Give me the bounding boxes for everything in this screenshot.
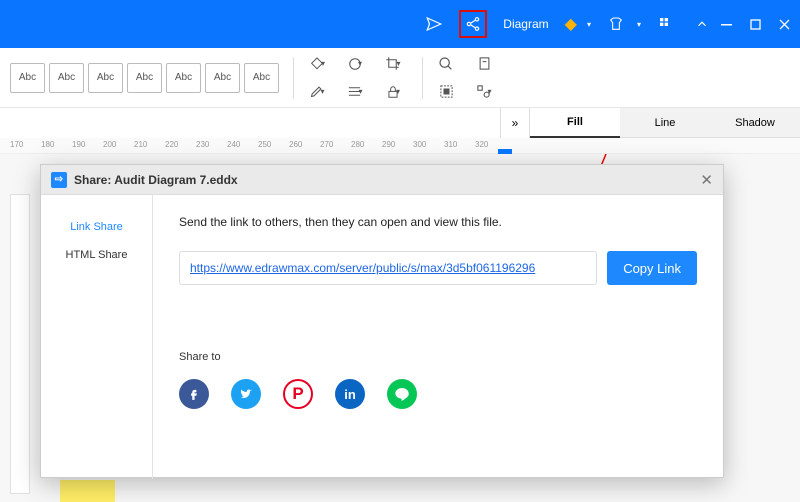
share-url-field[interactable]: https://www.edrawmax.com/server/public/s… xyxy=(179,251,597,285)
style-preset[interactable]: Abc xyxy=(127,63,162,93)
share-icon[interactable] xyxy=(459,10,487,38)
ruler-tick: 200 xyxy=(103,140,116,149)
canvas: ⇨ Share: Audit Diagram 7.eddx ✕ Link Sha… xyxy=(0,154,800,502)
style-preset[interactable]: Abc xyxy=(244,63,279,93)
dialog-sidebar: Link Share HTML Share xyxy=(41,195,153,479)
collapse-chevron-icon[interactable]: » xyxy=(500,108,530,138)
ruler-tick: 240 xyxy=(227,140,240,149)
close-icon[interactable]: ✕ xyxy=(700,171,713,189)
ruler-tick: 220 xyxy=(165,140,178,149)
close-icon[interactable] xyxy=(779,19,790,30)
linkedin-icon[interactable]: in xyxy=(335,379,365,409)
style-preset[interactable]: Abc xyxy=(205,63,240,93)
tshirt-icon[interactable] xyxy=(605,13,627,35)
zoom-icon[interactable] xyxy=(433,52,459,76)
ruler-tick: 320 xyxy=(475,140,488,149)
style-preset[interactable]: Abc xyxy=(49,63,84,93)
ribbon: AbcAbcAbcAbcAbcAbcAbc ▾ ▾ ▾ ▾ ▾ ▾ ▾ xyxy=(0,48,800,108)
ruler-tick: 270 xyxy=(320,140,333,149)
style-preset[interactable]: Abc xyxy=(10,63,45,93)
dialog-titlebar: ⇨ Share: Audit Diagram 7.eddx ✕ xyxy=(41,165,723,195)
sidebar-item-html-share[interactable]: HTML Share xyxy=(41,241,152,269)
components-icon[interactable]: ▾ xyxy=(471,80,497,104)
maximize-icon[interactable] xyxy=(750,19,761,30)
property-tabs: » Fill Line Shadow xyxy=(0,108,800,138)
share-url: https://www.edrawmax.com/server/public/s… xyxy=(190,261,535,275)
ruler-tick: 230 xyxy=(196,140,209,149)
tab-fill[interactable]: Fill xyxy=(530,108,620,138)
pinterest-icon[interactable]: P xyxy=(283,379,313,409)
ruler-tick: 290 xyxy=(382,140,395,149)
shareto-label: Share to xyxy=(179,351,697,363)
copy-link-button[interactable]: Copy Link xyxy=(607,251,697,285)
fill-icon[interactable]: ▾ xyxy=(304,52,330,76)
ruler-tick: 190 xyxy=(72,140,85,149)
app-icon: ⇨ xyxy=(51,172,67,188)
sticky-note xyxy=(60,480,115,502)
diagram-label: Diagram xyxy=(503,17,548,31)
minimize-icon[interactable] xyxy=(721,19,732,30)
ruler-tick: 260 xyxy=(289,140,302,149)
facebook-icon[interactable] xyxy=(179,379,209,409)
sidebar-item-link-share[interactable]: Link Share xyxy=(41,213,152,241)
apps-icon[interactable] xyxy=(655,13,677,35)
ruler-tick: 180 xyxy=(41,140,54,149)
pencil-icon[interactable]: ▾ xyxy=(304,80,330,104)
chevron-up-icon[interactable] xyxy=(691,13,713,35)
ruler-tick: 170 xyxy=(10,140,23,149)
paper-edge xyxy=(10,194,30,494)
titlebar: Diagram ◆ ▾ ▾ xyxy=(0,0,800,48)
page-icon[interactable] xyxy=(471,52,497,76)
twitter-icon[interactable] xyxy=(231,379,261,409)
shape-circle-icon[interactable]: ▾ xyxy=(342,52,368,76)
style-preset[interactable]: Abc xyxy=(88,63,123,93)
line-icon[interactable] xyxy=(387,379,417,409)
selectall-icon[interactable] xyxy=(433,80,459,104)
send-icon[interactable] xyxy=(423,13,445,35)
tab-line[interactable]: Line xyxy=(620,108,710,138)
ruler-tick: 310 xyxy=(444,140,457,149)
share-instructions: Send the link to others, then they can o… xyxy=(179,215,697,229)
ruler-tick: 280 xyxy=(351,140,364,149)
premium-icon[interactable]: ◆ xyxy=(565,14,577,34)
align-icon[interactable]: ▾ xyxy=(342,80,368,104)
dialog-title: Share: Audit Diagram 7.eddx xyxy=(74,173,238,187)
share-dialog: ⇨ Share: Audit Diagram 7.eddx ✕ Link Sha… xyxy=(40,164,724,478)
lock-icon[interactable]: ▾ xyxy=(380,80,406,104)
style-preset[interactable]: Abc xyxy=(166,63,201,93)
tab-shadow[interactable]: Shadow xyxy=(710,108,800,138)
chevron-down-icon[interactable]: ▾ xyxy=(637,20,641,29)
ruler-tick: 300 xyxy=(413,140,426,149)
chevron-down-icon[interactable]: ▾ xyxy=(587,20,591,29)
crop-icon[interactable]: ▾ xyxy=(380,52,406,76)
ruler-tick: 250 xyxy=(258,140,271,149)
ruler: 170 180 190 200 210 220 230 240 250 260 270 280 290 3… xyxy=(0,138,800,154)
ruler-tick: 210 xyxy=(134,140,147,149)
